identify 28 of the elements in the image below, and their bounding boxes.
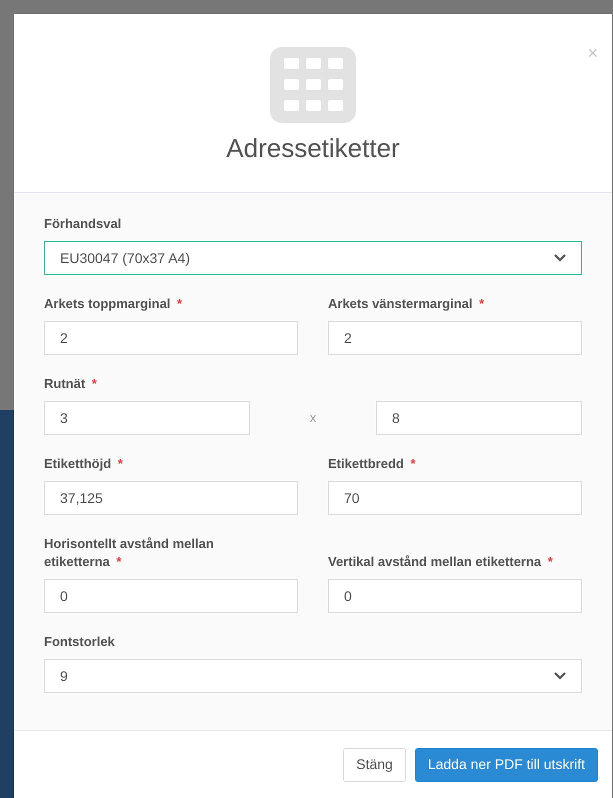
field-label: Arkets vänstermarginal * — [328, 295, 484, 313]
input-field[interactable]: 2 — [328, 321, 582, 355]
select-field[interactable]: 9 — [44, 659, 582, 693]
chevron-down-icon — [554, 254, 566, 262]
times-sign: x — [308, 409, 318, 428]
input-field[interactable]: 2 — [44, 321, 298, 355]
select-value: 9 — [60, 666, 68, 686]
field-label: Etikettbredd * — [328, 455, 416, 473]
input-field[interactable]: 8 — [376, 401, 582, 435]
field-label: Förhandsval — [44, 215, 122, 233]
field-label: Vertikal avstånd mellan etiketterna * — [328, 553, 553, 571]
chevron-down-icon — [554, 672, 566, 680]
dialog-title: Adressetiketter — [226, 132, 400, 165]
close-dialog-button[interactable]: Stäng — [343, 748, 406, 782]
select-value: EU30047 (70x37 A4) — [60, 248, 190, 268]
field-label: Rutnät * — [44, 375, 97, 393]
grid-icon — [270, 47, 356, 123]
input-field[interactable]: 37,125 — [44, 481, 298, 515]
field-label: Etiketthöjd * — [44, 455, 123, 473]
field-label: Fontstorlek — [44, 633, 115, 651]
input-field[interactable]: 70 — [328, 481, 582, 515]
select-field[interactable]: EU30047 (70x37 A4) — [44, 241, 582, 275]
input-field[interactable]: 0 — [44, 579, 298, 613]
download-button[interactable]: Ladda ner PDF till utskrift — [414, 748, 598, 782]
input-field[interactable]: 0 — [328, 579, 582, 613]
input-field[interactable]: 3 — [44, 401, 250, 435]
field-label: Horisontellt avstånd mellan etiketterna * — [44, 535, 215, 571]
field-label: Arkets toppmarginal * — [44, 295, 182, 313]
